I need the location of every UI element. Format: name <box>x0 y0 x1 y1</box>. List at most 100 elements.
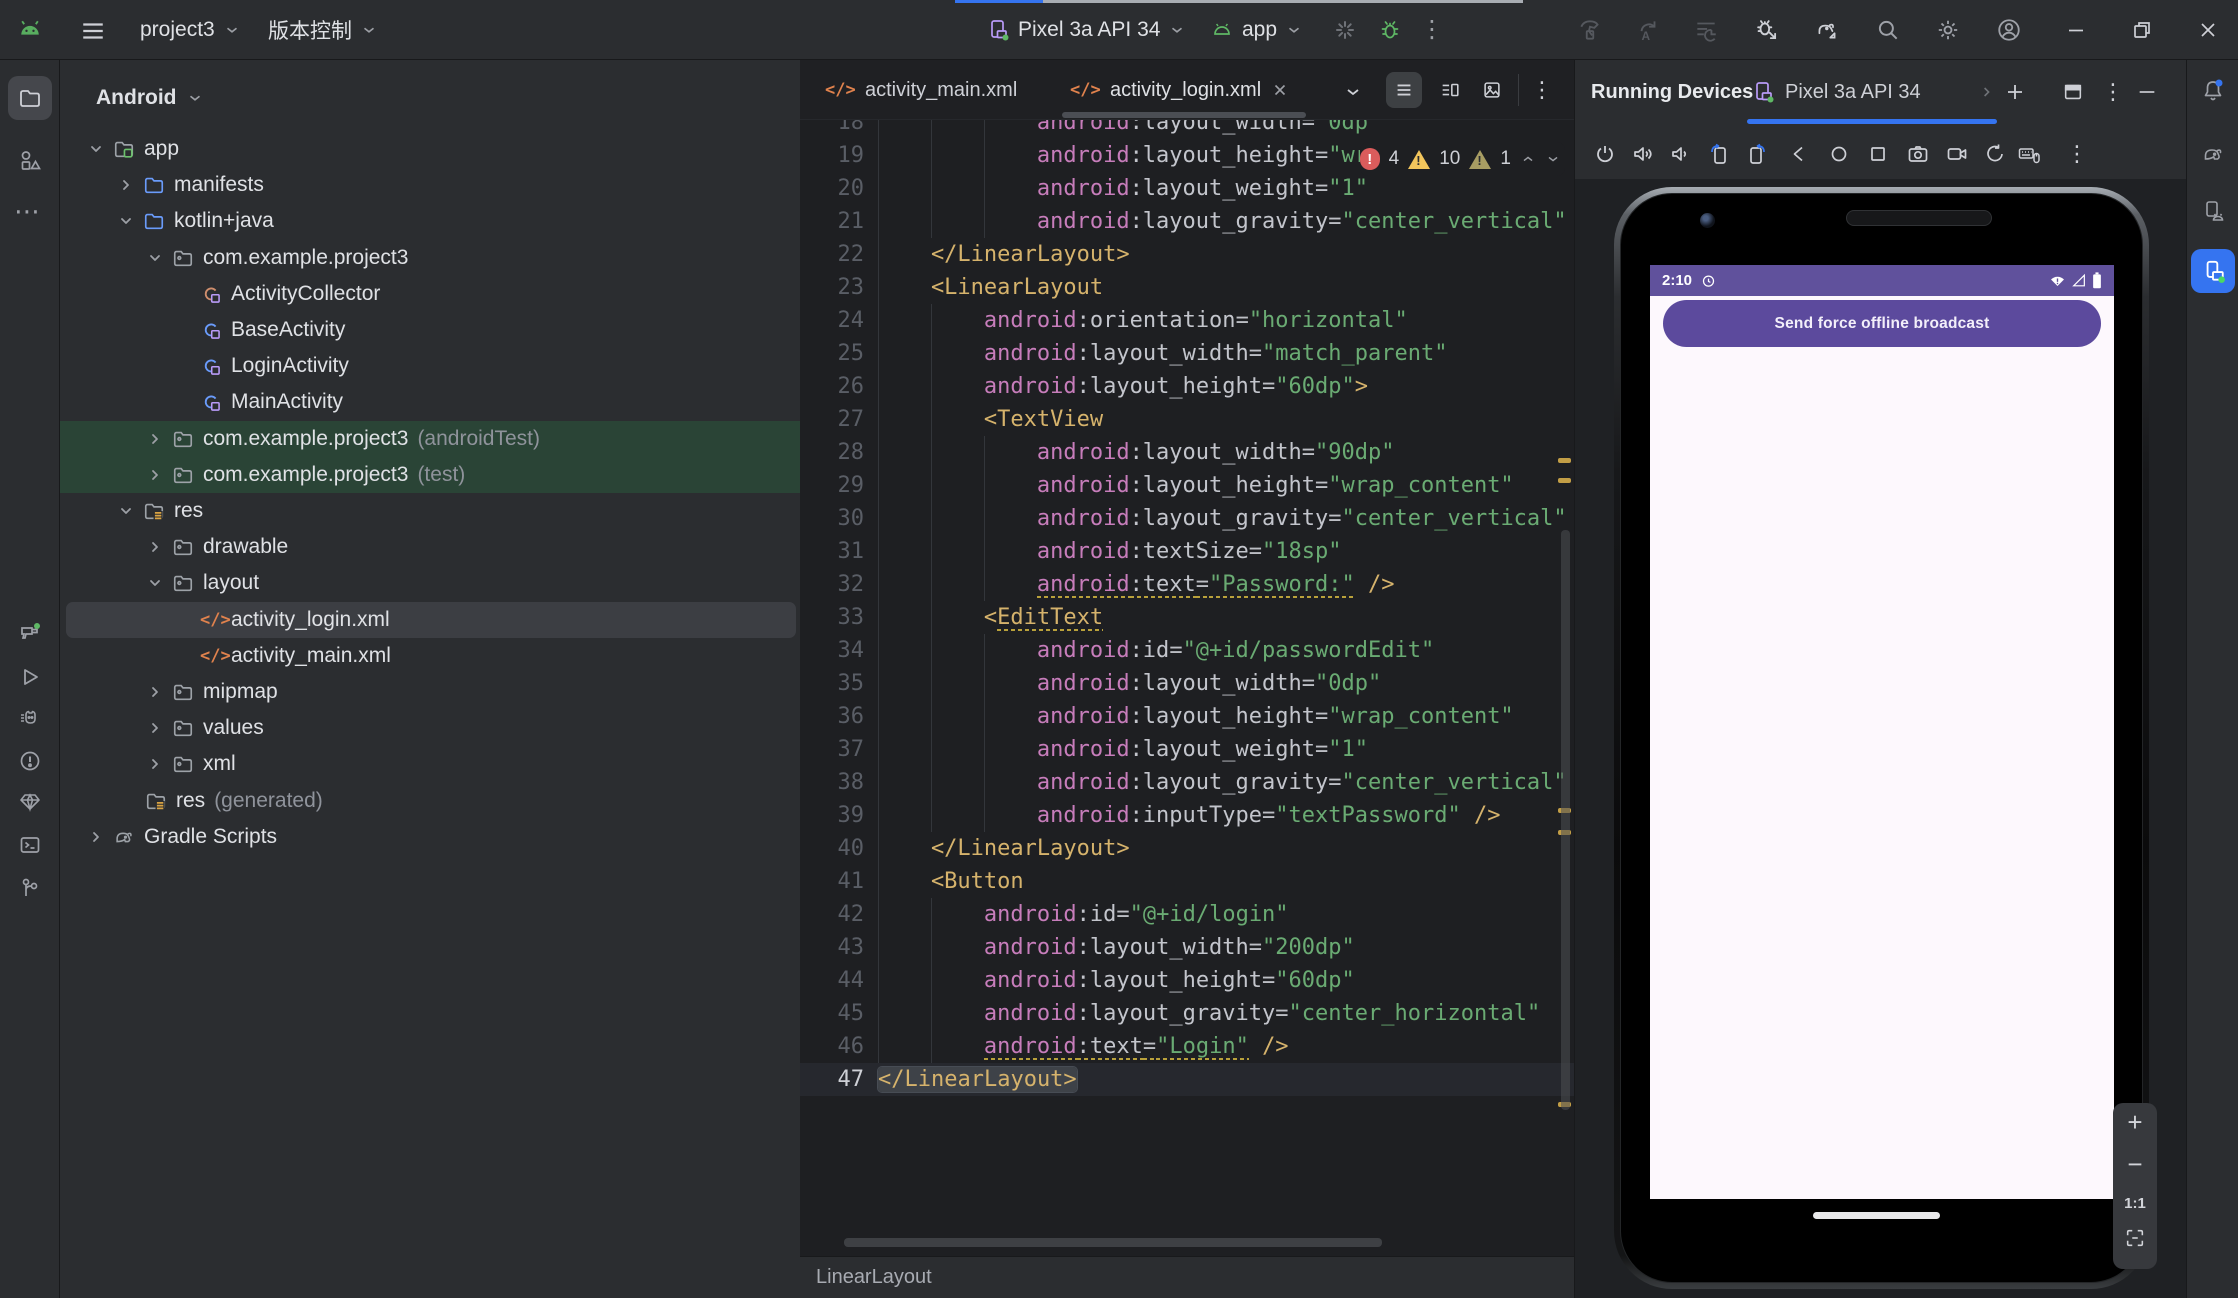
breadcrumb-item[interactable]: LinearLayout <box>816 1257 932 1297</box>
device-manager-icon[interactable] <box>2201 199 2225 223</box>
overview-button-icon[interactable] <box>1866 142 1890 166</box>
vertical-scrollbar[interactable] <box>1561 530 1570 1110</box>
chevron-down-icon[interactable] <box>86 139 106 159</box>
home-button-icon[interactable] <box>1827 142 1851 166</box>
screenshot-icon[interactable] <box>1906 142 1930 166</box>
vcs-widget[interactable]: 版本控制 <box>268 0 378 60</box>
chevron-down-icon[interactable] <box>86 827 106 847</box>
code-editor[interactable]: 18 android:layout_width="0dp" 19 android:la… <box>800 60 1574 1256</box>
chevron-down-icon[interactable] <box>145 682 165 702</box>
hide-panel-icon[interactable] <box>2136 81 2158 103</box>
tree-item[interactable]: com.example.project3 (test) <box>60 456 800 493</box>
zoom-out-button[interactable]: − <box>2113 1149 2157 1180</box>
run-with-coverage-icon[interactable]: A <box>1634 16 1662 44</box>
chevron-down-icon[interactable] <box>116 175 136 195</box>
chevron-down-icon[interactable] <box>116 501 136 521</box>
tree-item[interactable]: drawable <box>60 529 800 565</box>
rotate-right-icon[interactable] <box>1746 142 1770 166</box>
back-button-icon[interactable] <box>1787 142 1811 166</box>
tree-item[interactable]: BaseActivity <box>60 312 800 348</box>
run-loading-icon[interactable] <box>1331 16 1359 44</box>
tree-item[interactable]: com.example.project3 (androidTest) <box>60 420 800 457</box>
power-button-icon[interactable] <box>1593 142 1617 166</box>
tab-activity-main[interactable]: </> activity_main.xml <box>814 60 1024 120</box>
tree-item[interactable]: mipmap <box>60 674 800 710</box>
resource-manager-icon[interactable] <box>18 148 42 172</box>
gesture-navigation-pill[interactable] <box>1813 1212 1940 1219</box>
zoom-1to1-button[interactable]: 1:1 <box>2113 1195 2157 1212</box>
editor-options-menu[interactable]: ⋮ <box>1531 60 1553 120</box>
main-menu-icon[interactable] <box>80 18 106 44</box>
chevron-down-icon[interactable] <box>145 429 165 449</box>
running-devices-tool-button[interactable] <box>2191 249 2235 293</box>
tab-activity-login[interactable]: </> activity_login.xml <box>1056 60 1310 120</box>
gradle-tool-icon[interactable] <box>2201 142 2225 166</box>
project-widget[interactable]: project3 <box>140 0 241 60</box>
tree-item[interactable]: LoginActivity <box>60 348 800 384</box>
window-close-button[interactable] <box>2194 6 2222 54</box>
attach-debugger-icon[interactable] <box>1753 16 1781 44</box>
tree-item[interactable]: values <box>60 710 800 746</box>
problems-icon[interactable] <box>18 749 42 773</box>
chevron-down-icon[interactable] <box>145 718 165 738</box>
stripe-warning-mark[interactable] <box>1558 458 1571 463</box>
volume-down-icon[interactable] <box>1668 142 1692 166</box>
send-broadcast-button[interactable]: Send force offline broadcast <box>1663 300 2101 347</box>
device-manager-icon[interactable] <box>18 620 42 644</box>
hardware-input-icon[interactable] <box>2017 142 2041 166</box>
code-view-button[interactable] <box>1386 72 1422 108</box>
tree-item[interactable]: xml <box>60 746 800 782</box>
window-layout-icon[interactable] <box>2062 81 2084 103</box>
chevron-down-icon[interactable] <box>145 465 165 485</box>
notifications-icon[interactable] <box>2201 78 2225 102</box>
tree-item[interactable]: kotlin+java <box>60 203 800 239</box>
project-tool-button[interactable] <box>8 76 52 120</box>
project-view-selector[interactable]: Android <box>96 80 204 116</box>
add-device-icon[interactable] <box>2003 80 2027 104</box>
design-view-button[interactable] <box>1474 72 1510 108</box>
tree-item[interactable]: manifests <box>60 167 800 203</box>
run-config-selector[interactable]: app <box>1210 0 1303 60</box>
volume-up-icon[interactable] <box>1631 142 1655 166</box>
build-variants-icon[interactable] <box>1692 16 1720 44</box>
app-quality-insights-icon[interactable] <box>18 790 42 814</box>
next-problem-icon[interactable] <box>1545 150 1561 168</box>
settings-icon[interactable] <box>1934 16 1962 44</box>
horizontal-scrollbar[interactable] <box>844 1238 1382 1247</box>
account-icon[interactable] <box>1995 16 2023 44</box>
panel-options-menu[interactable]: ⋮ <box>2102 60 2124 124</box>
more-actions-menu[interactable]: ⋮ <box>1420 0 1444 60</box>
tree-item[interactable]: res <box>60 493 800 529</box>
run-tool-icon[interactable] <box>18 665 42 689</box>
window-minimize-button[interactable] <box>2062 6 2090 54</box>
build-icon[interactable] <box>1576 16 1604 44</box>
screen-record-icon[interactable] <box>1945 142 1969 166</box>
version-control-icon[interactable] <box>18 876 42 900</box>
restart-icon[interactable] <box>1983 142 2007 166</box>
inspection-widget[interactable]: ! 4 10 1 <box>1360 142 1565 176</box>
zoom-in-button[interactable]: + <box>2113 1107 2157 1138</box>
tree-item[interactable]: Gradle Scripts <box>60 819 800 855</box>
chevron-down-icon[interactable] <box>145 248 165 268</box>
search-everywhere-icon[interactable] <box>1874 16 1902 44</box>
more-tool-windows-icon[interactable]: ⋯ <box>14 196 41 227</box>
prev-problem-icon[interactable] <box>1520 150 1536 168</box>
window-restore-button[interactable] <box>2128 6 2156 54</box>
hidden-tabs-chevron-icon[interactable] <box>1343 82 1363 102</box>
rotate-left-icon[interactable] <box>1706 142 1730 166</box>
split-view-button[interactable] <box>1432 72 1468 108</box>
zoom-fit-button[interactable] <box>2124 1227 2146 1249</box>
chevron-down-icon[interactable] <box>145 537 165 557</box>
chevron-down-icon[interactable] <box>145 754 165 774</box>
tree-item[interactable]: layout <box>60 565 800 601</box>
tree-item[interactable]: com.example.project3 <box>60 240 800 276</box>
tree-item[interactable]: res (generated) <box>60 783 800 819</box>
chevron-down-icon[interactable] <box>145 573 165 593</box>
device-screen[interactable]: 2:10 Send force offline broadcast <box>1650 265 2114 1199</box>
tree-item[interactable]: app <box>60 131 800 167</box>
logcat-icon[interactable] <box>18 706 42 730</box>
gradle-sync-icon[interactable] <box>1813 16 1841 44</box>
tree-item[interactable]: </> activity_main.xml <box>60 638 800 674</box>
device-more-menu[interactable]: ⋮ <box>2066 131 2088 177</box>
tree-item[interactable]: </> activity_login.xml <box>60 601 800 638</box>
